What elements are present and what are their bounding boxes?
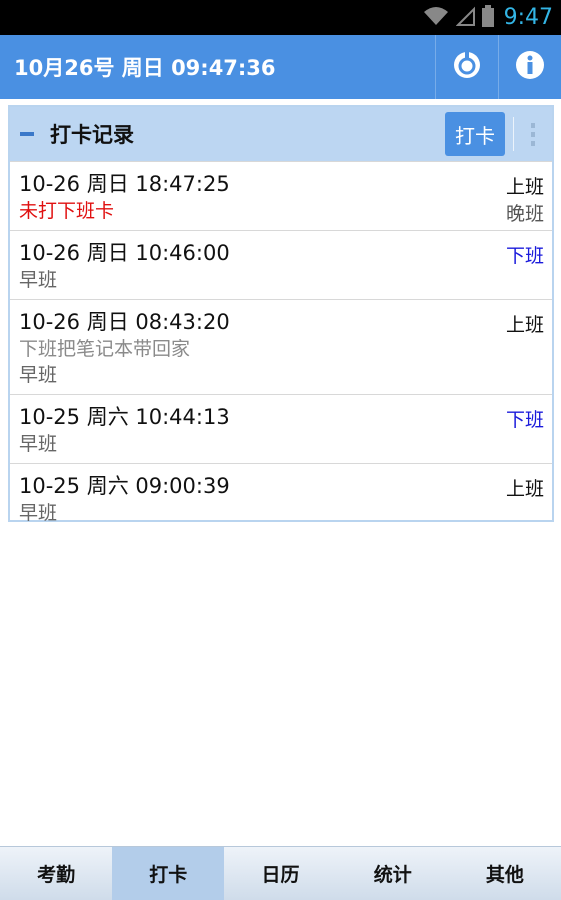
missing-punch-warning: 未打下班卡 (19, 200, 115, 222)
record-shift: 早班 (19, 433, 58, 455)
record-shift: 早班 (19, 269, 58, 291)
tab-日历[interactable]: 日历 (224, 847, 336, 900)
app-header: 10月26号 周日 09:47:36 (0, 35, 561, 99)
overflow-menu-icon[interactable] (514, 107, 552, 161)
record-row[interactable]: 10-26 周日 08:43:20 下班把笔记本带回家 早班 上班 (10, 299, 552, 394)
record-row[interactable]: 10-26 周日 18:47:25 未打下班卡 上班晚班 (10, 161, 552, 230)
sync-icon (451, 49, 483, 85)
record-row[interactable]: 10-25 周六 10:44:13 早班 下班 (10, 394, 552, 463)
record-datetime: 10-25 周六 10:44:13 (19, 405, 230, 429)
record-type: 上班 (505, 176, 544, 198)
tab-打卡[interactable]: 打卡 (112, 847, 225, 900)
info-button[interactable] (498, 35, 561, 99)
wifi-icon (422, 5, 450, 31)
status-time: 9:47 (503, 5, 553, 30)
record-row[interactable]: 10-26 周日 10:46:00 早班 下班 (10, 230, 552, 299)
record-list: 10-26 周日 18:47:25 未打下班卡 上班 晚班 10-26 周日 10:46… (10, 161, 552, 532)
record-shift-right: 晚班 (505, 203, 544, 225)
record-type: 下班 (505, 409, 544, 431)
panel-title: 打卡记录 (50, 123, 134, 147)
record-shift: 早班 (19, 502, 58, 524)
record-datetime: 10-26 周日 10:46:00 (19, 241, 230, 265)
battery-icon (481, 4, 494, 31)
divider (513, 117, 514, 151)
current-datetime: 10月26号 周日 09:47:36 (14, 56, 276, 80)
tab-统计[interactable]: 统计 (337, 847, 449, 900)
bottom-tab-bar: 考勤 打卡 日历 统计 其他 (0, 846, 561, 900)
tab-考勤[interactable]: 考勤 (0, 847, 112, 900)
sync-button[interactable] (435, 35, 498, 99)
tab-其他[interactable]: 其他 (449, 847, 561, 900)
status-bar: 9:47 (0, 0, 561, 35)
punch-records-panel: 打卡记录 打卡 10-26 周日 18:47:25 未打下班卡 上班 晚班 10-26 … (8, 105, 554, 524)
record-datetime: 10-26 周日 18:47:25 (19, 172, 230, 196)
record-type: 上班 (505, 314, 544, 336)
record-type: 上班 (505, 478, 544, 500)
punch-button[interactable]: 打卡 (445, 112, 505, 156)
signal-icon (455, 5, 476, 31)
record-shift: 早班 (19, 364, 58, 386)
record-datetime: 10-25 周六 09:00:39 (19, 474, 230, 498)
collapse-icon[interactable] (20, 132, 34, 136)
record-note: 下班把笔记本带回家 (19, 338, 191, 360)
record-row[interactable]: 10-25 周六 09:00:39 早班 上班 (10, 463, 552, 532)
panel-header: 打卡记录 打卡 (10, 107, 552, 161)
record-type: 下班 (505, 245, 544, 267)
info-icon (514, 49, 546, 85)
record-datetime: 10-26 周日 08:43:20 (19, 310, 230, 334)
